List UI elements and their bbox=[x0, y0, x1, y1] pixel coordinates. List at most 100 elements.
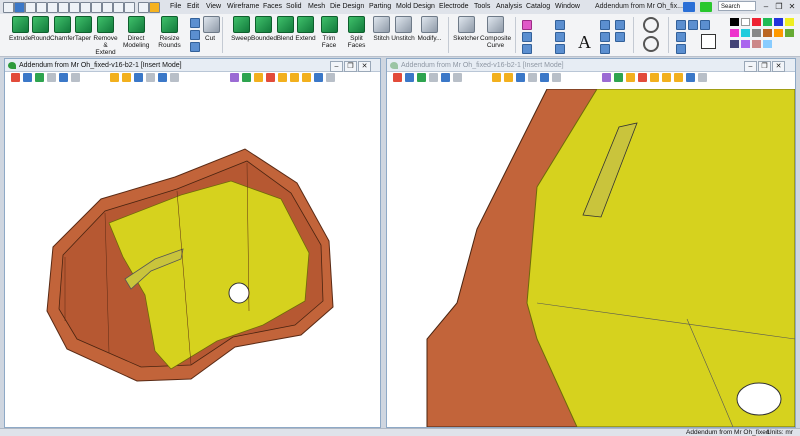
color-swatch[interactable] bbox=[741, 29, 750, 37]
restore-button[interactable]: ❐ bbox=[773, 1, 785, 12]
menu-faces[interactable]: Faces bbox=[263, 2, 282, 12]
menu-tools[interactable]: Tools bbox=[474, 2, 490, 12]
taper-button[interactable]: Taper bbox=[74, 16, 92, 54]
pattern-icon[interactable] bbox=[302, 73, 311, 82]
modify-button[interactable]: Modify... bbox=[416, 16, 443, 54]
resize-rounds-button[interactable]: Resize Rounds bbox=[151, 16, 188, 54]
filter-icon[interactable] bbox=[47, 73, 56, 82]
color-swatch[interactable] bbox=[730, 18, 739, 26]
model-canvas-right[interactable] bbox=[387, 89, 795, 427]
search-input[interactable]: Search bbox=[718, 1, 756, 11]
minimize-button[interactable]: – bbox=[760, 1, 772, 12]
section-icon[interactable] bbox=[602, 73, 611, 82]
display-icon[interactable] bbox=[614, 73, 623, 82]
color-swatch[interactable] bbox=[774, 29, 783, 37]
color-swatch[interactable] bbox=[785, 29, 794, 37]
refresh-icon[interactable] bbox=[643, 17, 659, 33]
light-icon[interactable] bbox=[122, 73, 131, 82]
menu-solid[interactable]: Solid bbox=[286, 2, 302, 12]
shade-icon[interactable] bbox=[700, 20, 710, 30]
cube-view-icon[interactable] bbox=[59, 73, 68, 82]
color-swatch[interactable] bbox=[730, 40, 739, 48]
zoom-window-icon[interactable] bbox=[701, 34, 716, 49]
layer-icon[interactable] bbox=[686, 73, 695, 82]
color-swatch[interactable] bbox=[763, 40, 772, 48]
menu-mesh[interactable]: Mesh bbox=[308, 2, 325, 12]
small-tool-icon[interactable] bbox=[190, 18, 200, 28]
more-icon[interactable] bbox=[326, 73, 335, 82]
chamfer-button[interactable]: Chamfer bbox=[50, 16, 75, 54]
app-icon[interactable] bbox=[3, 2, 14, 13]
more-icon[interactable] bbox=[698, 73, 707, 82]
new-file-icon[interactable] bbox=[25, 2, 36, 13]
close-button[interactable]: ✕ bbox=[786, 1, 798, 12]
stitch-button[interactable]: Stitch bbox=[372, 16, 391, 54]
rotate-icon[interactable] bbox=[134, 73, 143, 82]
pointer-icon[interactable] bbox=[71, 73, 80, 82]
regenerate-icon[interactable] bbox=[643, 36, 659, 52]
viewport-close-button[interactable]: ✕ bbox=[358, 61, 371, 72]
menu-analysis[interactable]: Analysis bbox=[496, 2, 522, 12]
text-tool-icon[interactable]: A bbox=[578, 32, 591, 52]
select-icon[interactable] bbox=[393, 73, 402, 82]
paste-icon[interactable] bbox=[102, 2, 113, 13]
view-icon[interactable] bbox=[23, 73, 32, 82]
cube-view-icon[interactable] bbox=[441, 73, 450, 82]
face-icon[interactable] bbox=[650, 73, 659, 82]
section-icon[interactable] bbox=[230, 73, 239, 82]
body-icon[interactable] bbox=[662, 73, 671, 82]
highlight-icon[interactable] bbox=[254, 73, 263, 82]
layer-icon[interactable] bbox=[58, 2, 69, 13]
fit-icon[interactable] bbox=[170, 73, 179, 82]
color-swatch[interactable] bbox=[763, 29, 772, 37]
round-button[interactable]: Round bbox=[31, 16, 50, 54]
info-icon[interactable] bbox=[676, 44, 686, 54]
blend-button[interactable]: Blend bbox=[276, 16, 294, 54]
menu-die-design[interactable]: Die Design bbox=[330, 2, 364, 12]
hatch-icon[interactable] bbox=[615, 32, 625, 42]
sweep-button[interactable]: Sweep bbox=[231, 16, 251, 54]
measure-icon[interactable] bbox=[676, 20, 686, 30]
layer-icon[interactable] bbox=[314, 73, 323, 82]
face-icon[interactable] bbox=[278, 73, 287, 82]
color-swatch[interactable] bbox=[752, 29, 761, 37]
line-icon[interactable] bbox=[555, 20, 565, 30]
shade-icon[interactable] bbox=[35, 73, 44, 82]
help-icon[interactable] bbox=[683, 2, 695, 12]
pointer-icon[interactable] bbox=[453, 73, 462, 82]
pattern-icon[interactable] bbox=[674, 73, 683, 82]
orient-icon[interactable] bbox=[540, 73, 549, 82]
save-icon[interactable] bbox=[14, 2, 25, 13]
copy-icon[interactable] bbox=[91, 2, 102, 13]
pan-icon[interactable] bbox=[146, 73, 155, 82]
table-icon[interactable] bbox=[615, 20, 625, 30]
note-icon[interactable] bbox=[600, 32, 610, 42]
color-swatch[interactable] bbox=[785, 18, 794, 26]
viewport-minimize-button[interactable]: – bbox=[744, 61, 757, 72]
extend-button[interactable]: Extend bbox=[295, 16, 316, 54]
yellow-tool-icon[interactable] bbox=[149, 2, 160, 13]
model-canvas-left[interactable] bbox=[5, 89, 380, 427]
small-tool-icon[interactable] bbox=[190, 30, 200, 40]
render-icon[interactable] bbox=[688, 20, 698, 30]
extrude-button[interactable]: Extrude bbox=[9, 16, 31, 54]
menu-wireframe[interactable]: Wireframe bbox=[227, 2, 259, 12]
viewport-right[interactable]: Addendum from Mr Oh_fixed-v16-b2-1 [Inse… bbox=[386, 58, 796, 428]
block-icon[interactable] bbox=[69, 2, 80, 13]
menu-window[interactable]: Window bbox=[555, 2, 580, 12]
circle-icon[interactable] bbox=[555, 32, 565, 42]
rotate-icon[interactable] bbox=[516, 73, 525, 82]
analyze-icon[interactable] bbox=[676, 32, 686, 42]
cut-button[interactable]: Cut bbox=[203, 16, 220, 54]
viewport-left[interactable]: Addendum from Mr Oh_fixed-v16-b2-1 [Inse… bbox=[4, 58, 381, 428]
undo-icon[interactable] bbox=[113, 2, 124, 13]
menu-electrode[interactable]: Electrode bbox=[439, 2, 469, 12]
viewport-close-button[interactable]: ✕ bbox=[772, 61, 785, 72]
menu-catalog[interactable]: Catalog bbox=[526, 2, 550, 12]
menu-view[interactable]: View bbox=[206, 2, 221, 12]
color-swatch[interactable] bbox=[741, 40, 750, 48]
symbol-icon[interactable] bbox=[600, 44, 610, 54]
highlight-icon[interactable] bbox=[626, 73, 635, 82]
light-icon[interactable] bbox=[504, 73, 513, 82]
menu-edit[interactable]: Edit bbox=[187, 2, 199, 12]
